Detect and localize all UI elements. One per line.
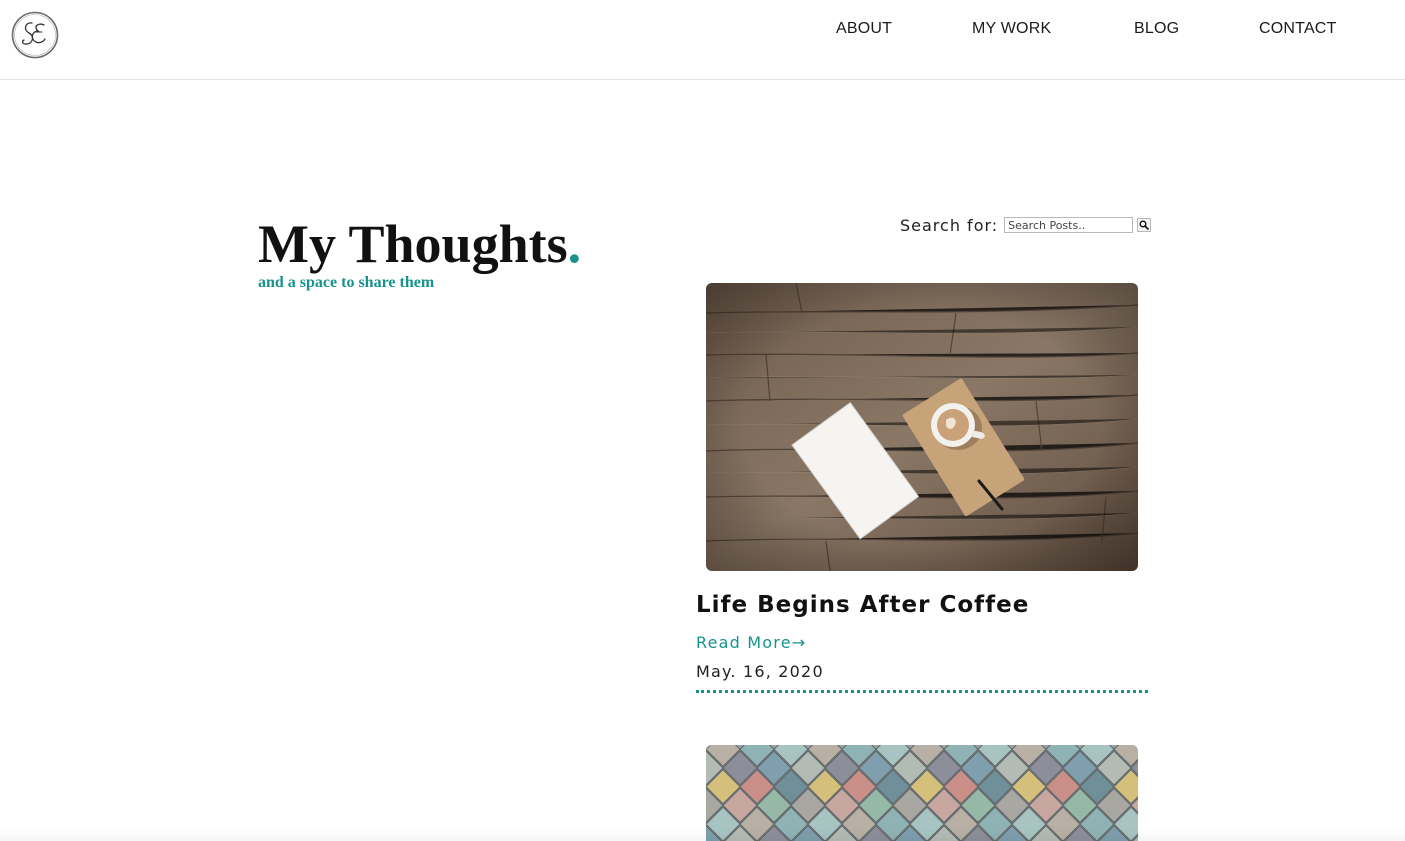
post-date: May. 16, 2020 [696, 662, 824, 681]
post-image-tiles[interactable] [706, 745, 1138, 841]
page-title-text: My Thoughts [258, 214, 568, 274]
page-title: My Thoughts. [258, 212, 581, 276]
page-subtitle: and a space to share them [258, 274, 435, 291]
bottom-fade [0, 828, 1405, 841]
post-divider [696, 690, 1148, 693]
read-more-label: Read More [696, 633, 792, 652]
search-label: Search for: [900, 215, 999, 235]
site-logo[interactable] [11, 11, 59, 59]
nav-about[interactable]: ABOUT [836, 20, 892, 38]
page-title-dot: . [567, 214, 582, 274]
coffee-notebook-photo [706, 283, 1138, 571]
read-more-link[interactable]: Read More→ [696, 633, 806, 652]
post-title[interactable]: Life Begins After Coffee [696, 592, 1029, 618]
search-form: Search for: [900, 213, 1152, 237]
colorful-tiles-photo [706, 745, 1138, 841]
nav-my-work[interactable]: MY WORK [972, 20, 1051, 38]
post-image-coffee[interactable] [706, 283, 1138, 571]
logo-monogram-icon [11, 11, 59, 59]
nav-blog[interactable]: BLOG [1134, 20, 1179, 38]
arrow-right-icon: → [791, 633, 807, 652]
search-button[interactable] [1137, 218, 1152, 232]
search-input[interactable] [1004, 217, 1134, 233]
site-header: ABOUT MY WORK BLOG CONTACT [0, 0, 1405, 80]
search-icon [1139, 220, 1149, 230]
nav-contact[interactable]: CONTACT [1259, 20, 1337, 38]
